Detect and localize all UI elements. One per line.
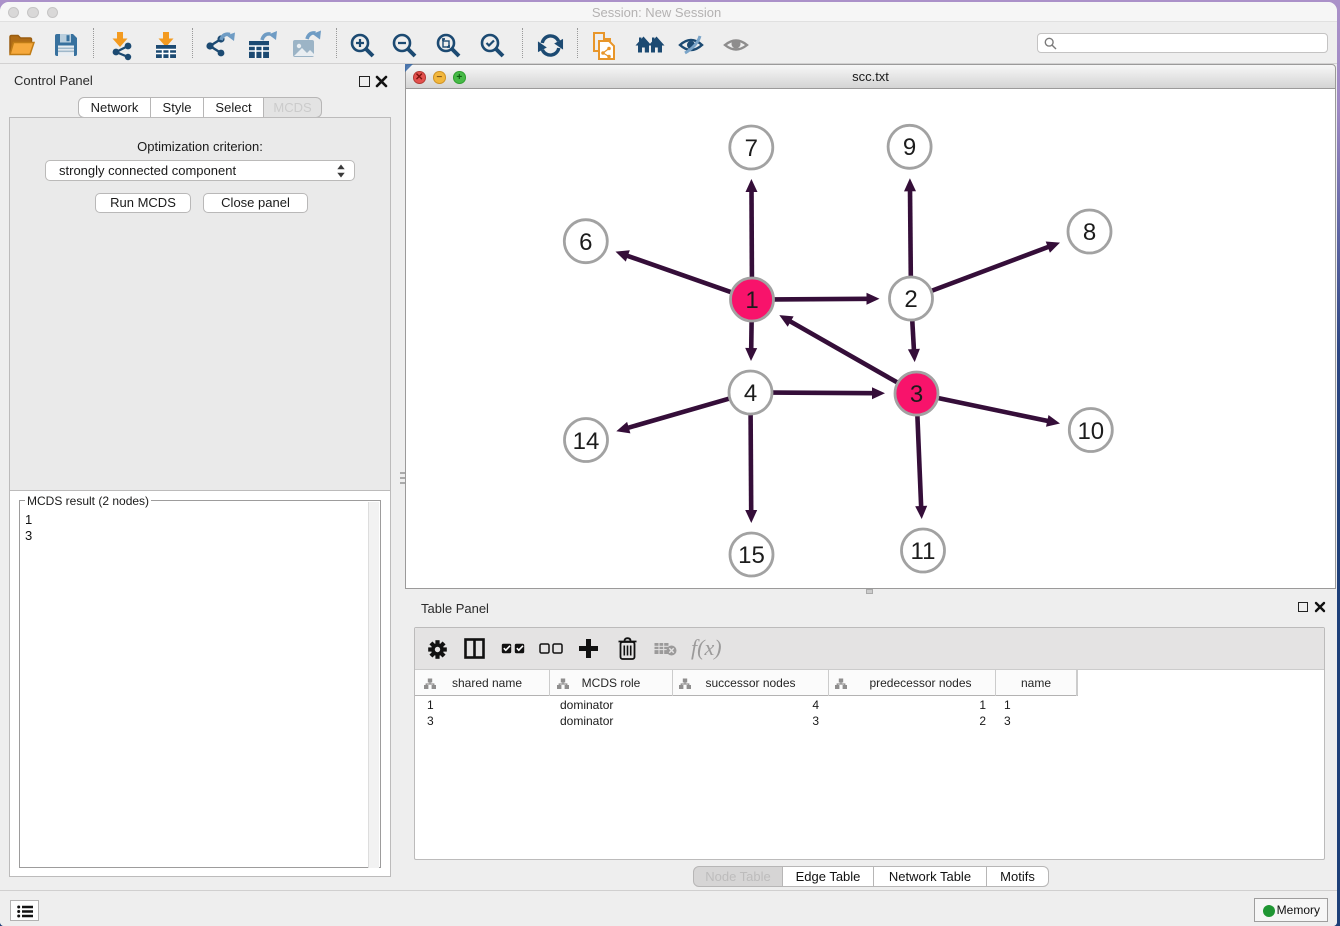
svg-text:11: 11 (911, 538, 936, 565)
svg-text:2: 2 (904, 286, 917, 313)
svg-text:4: 4 (744, 380, 757, 407)
svg-text:1: 1 (745, 287, 758, 314)
svg-text:9: 9 (903, 134, 916, 161)
svg-text:15: 15 (738, 542, 765, 569)
svg-text:10: 10 (1077, 418, 1104, 445)
svg-text:14: 14 (573, 428, 600, 455)
svg-text:3: 3 (910, 381, 923, 408)
svg-text:8: 8 (1083, 219, 1096, 246)
svg-text:6: 6 (579, 229, 592, 256)
svg-text:7: 7 (745, 135, 758, 162)
